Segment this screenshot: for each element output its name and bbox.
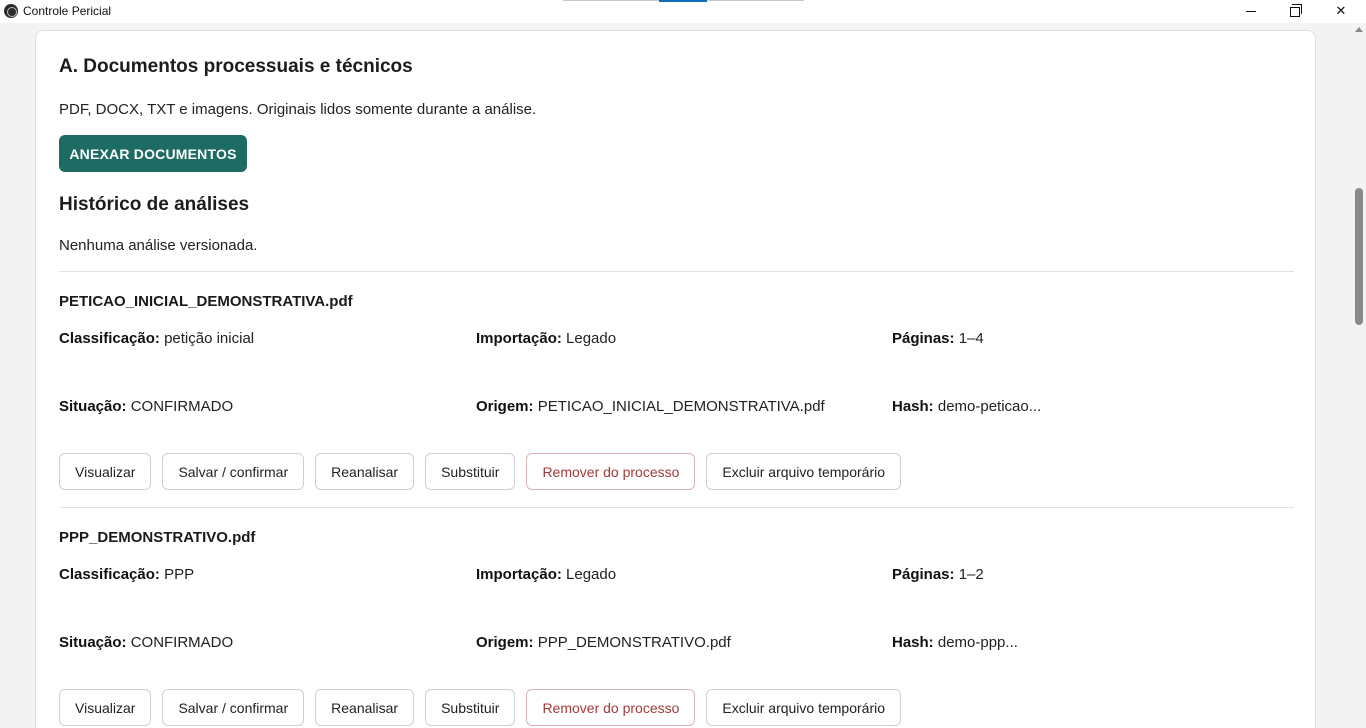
classification-label: Classificação: — [59, 330, 160, 347]
delete-temp-file-button[interactable]: Excluir arquivo temporário — [706, 453, 902, 490]
pages-field: Páginas: 1–2 — [892, 566, 984, 583]
classification-field: Classificação: petição inicial — [59, 330, 254, 347]
status-label: Situação: — [59, 634, 127, 651]
classification-label: Classificação: — [59, 566, 160, 583]
import-label: Importação: — [476, 566, 562, 583]
save-confirm-button[interactable]: Salvar / confirmar — [162, 453, 305, 490]
status-value: CONFIRMADO — [130, 398, 234, 415]
replace-button[interactable]: Substituir — [425, 689, 516, 726]
vertical-scrollbar[interactable] — [1352, 23, 1366, 728]
close-icon: ✕ — [1335, 4, 1347, 19]
document-name: PETICAO_INICIAL_DEMONSTRATIVA.pdf — [59, 293, 353, 310]
document-item: PPP_DEMONSTRATIVO.pdf Classificação: PPP… — [59, 507, 1294, 728]
origin-label: Origem: — [476, 634, 534, 651]
history-empty-message: Nenhuma análise versionada. — [59, 237, 258, 254]
window-titlebar: Controle Pericial ✕ — [0, 0, 1366, 23]
remove-from-process-button[interactable]: Remover do processo — [526, 689, 696, 726]
remove-from-process-button[interactable]: Remover do processo — [526, 453, 696, 490]
classification-field: Classificação: PPP — [59, 566, 194, 583]
hash-field: Hash: demo-peticao... — [892, 398, 1041, 415]
section-description: PDF, DOCX, TXT e imagens. Originais lido… — [59, 101, 537, 118]
import-field: Importação: Legado — [476, 566, 616, 583]
pages-label: Páginas: — [892, 566, 955, 583]
document-actions: Visualizar Salvar / confirmar Reanalisar… — [59, 453, 902, 490]
classification-value: PPP — [164, 566, 195, 583]
origin-field: Origem: PPP_DEMONSTRATIVO.pdf — [476, 634, 731, 651]
hash-label: Hash: — [892, 634, 934, 651]
origin-label: Origem: — [476, 398, 534, 415]
section-title: A. Documentos processuais e técnicos — [59, 56, 413, 77]
tab-indicator-active[interactable] — [659, 0, 707, 2]
document-name: PPP_DEMONSTRATIVO.pdf — [59, 529, 256, 546]
attach-documents-button[interactable]: ANEXAR DOCUMENTOS — [59, 135, 247, 172]
maximize-button[interactable] — [1272, 0, 1318, 23]
window-title: Controle Pericial — [23, 4, 112, 18]
save-confirm-button[interactable]: Salvar / confirmar — [162, 689, 305, 726]
pages-value: 1–2 — [958, 566, 984, 583]
classification-value: petição inicial — [164, 330, 255, 347]
view-button[interactable]: Visualizar — [59, 689, 152, 726]
delete-temp-file-button[interactable]: Excluir arquivo temporário — [706, 689, 902, 726]
history-title: Histórico de análises — [59, 194, 250, 215]
scrollbar-thumb[interactable] — [1355, 188, 1363, 325]
main-scroll-area[interactable]: A. Documentos processuais e técnicos PDF… — [0, 23, 1352, 728]
document-actions: Visualizar Salvar / confirmar Reanalisar… — [59, 689, 902, 726]
import-field: Importação: Legado — [476, 330, 616, 347]
documents-card: A. Documentos processuais e técnicos PDF… — [35, 30, 1316, 728]
status-label: Situação: — [59, 398, 127, 415]
view-button[interactable]: Visualizar — [59, 453, 152, 490]
reanalyze-button[interactable]: Reanalisar — [315, 689, 415, 726]
origin-value: PPP_DEMONSTRATIVO.pdf — [537, 634, 731, 651]
restore-icon — [1290, 3, 1302, 17]
origin-field: Origem: PETICAO_INICIAL_DEMONSTRATIVA.pd… — [476, 398, 825, 415]
document-item: PETICAO_INICIAL_DEMONSTRATIVA.pdf Classi… — [59, 271, 1294, 507]
scroll-up-arrow-icon[interactable] — [1355, 27, 1363, 32]
close-button[interactable]: ✕ — [1318, 0, 1364, 23]
minimize-button[interactable] — [1228, 0, 1274, 23]
status-field: Situação: CONFIRMADO — [59, 398, 233, 415]
pages-label: Páginas: — [892, 330, 955, 347]
minimize-icon — [1246, 11, 1256, 12]
hash-value: demo-peticao... — [937, 398, 1042, 415]
import-value: Legado — [566, 330, 617, 347]
hash-value: demo-ppp... — [937, 634, 1018, 651]
replace-button[interactable]: Substituir — [425, 453, 516, 490]
hash-label: Hash: — [892, 398, 934, 415]
import-label: Importação: — [476, 330, 562, 347]
status-field: Situação: CONFIRMADO — [59, 634, 233, 651]
pages-value: 1–4 — [958, 330, 984, 347]
hash-field: Hash: demo-ppp... — [892, 634, 1018, 651]
reanalyze-button[interactable]: Reanalisar — [315, 453, 415, 490]
origin-value: PETICAO_INICIAL_DEMONSTRATIVA.pdf — [537, 398, 825, 415]
import-value: Legado — [566, 566, 617, 583]
pages-field: Páginas: 1–4 — [892, 330, 984, 347]
status-value: CONFIRMADO — [130, 634, 234, 651]
app-logo-icon — [4, 4, 18, 18]
